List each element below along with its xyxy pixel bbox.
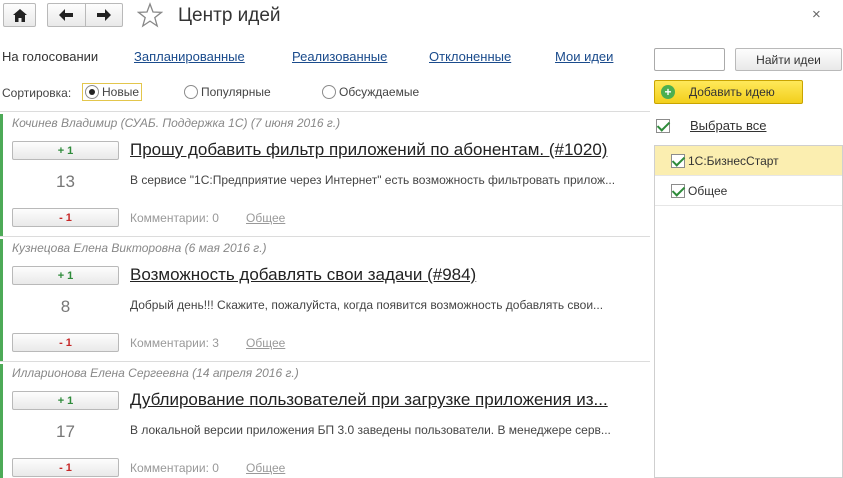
tab-planned[interactable]: Запланированные [134,49,245,64]
vote-down-button[interactable]: - 1 [12,333,119,352]
find-ideas-button[interactable]: Найти идеи [735,48,842,71]
vote-up-button[interactable]: + 1 [12,141,119,160]
add-idea-button[interactable]: + Добавить идею [654,80,803,104]
divider [0,111,650,112]
idea-title-link[interactable]: Прошу добавить фильтр приложений по абон… [130,140,645,160]
idea-author: Кочинев Владимир (СУАБ. Поддержка 1С) (7… [12,116,341,130]
sort-option-label: Обсуждаемые [339,85,420,99]
idea-comments-count: Комментарии: 0 [130,211,219,225]
favorite-star-icon[interactable] [137,2,163,28]
close-icon[interactable]: × [812,6,821,23]
idea-title-link[interactable]: Возможность добавлять свои задачи (#984) [130,265,645,285]
idea-accent-bar [0,239,3,361]
vote-count: 17 [56,422,75,441]
tab-voting[interactable]: На голосовании [2,49,98,64]
tab-rejected[interactable]: Отклоненные [429,49,511,64]
sort-option-label: Популярные [201,85,271,99]
sort-discussed-radio[interactable]: Обсуждаемые [322,85,419,99]
checkbox-checked-icon[interactable] [656,118,670,133]
idea-author: Кузнецова Елена Викторовна (6 мая 2016 г… [12,241,267,255]
forward-button[interactable] [84,4,123,26]
home-button[interactable] [3,3,36,27]
window-title: Центр идей [178,5,281,26]
idea-card: Кочинев Владимир (СУАБ. Поддержка 1С) (7… [0,114,650,236]
idea-description: В локальной версии приложения БП 3.0 зав… [130,423,611,437]
idea-title-link[interactable]: Дублирование пользователей при загрузке … [130,390,645,410]
idea-card: Илларионова Елена Сергеевна (14 апреля 2… [0,364,650,478]
idea-category-link[interactable]: Общее [246,336,285,350]
idea-accent-bar [0,114,3,236]
radio-icon [184,85,198,99]
idea-category-link[interactable]: Общее [246,461,285,475]
sort-label: Сортировка: [2,86,72,100]
checkbox-checked-icon[interactable] [671,153,685,168]
checkbox-checked-icon[interactable] [671,183,685,198]
sort-option-label: Новые [102,85,140,99]
sort-popular-radio[interactable]: Популярные [184,85,271,99]
plus-icon: + [661,85,675,99]
tab-my-ideas[interactable]: Мои идеи [555,49,613,64]
category-label: Общее [688,183,728,198]
vote-up-button[interactable]: + 1 [12,391,119,410]
add-idea-label: Добавить идею [689,85,775,99]
sort-new-radio[interactable]: Новые [82,83,143,101]
idea-author: Илларионова Елена Сергеевна (14 апреля 2… [12,366,299,380]
navigation-buttons [47,3,123,27]
vote-down-button[interactable]: - 1 [12,208,119,227]
idea-comments-count: Комментарии: 3 [130,336,219,350]
category-label: 1С:БизнесСтарт [688,153,779,168]
idea-accent-bar [0,364,3,478]
category-item[interactable]: Общее [655,176,842,206]
category-item[interactable]: 1С:БизнесСтарт [655,146,842,176]
idea-description: Добрый день!!! Скажите, пожалуйста, когд… [130,298,604,312]
radio-icon [322,85,336,99]
vote-up-button[interactable]: + 1 [12,266,119,285]
tab-implemented[interactable]: Реализованные [292,49,387,64]
divider [0,361,650,362]
search-input[interactable] [654,48,725,71]
vote-count: 8 [60,297,71,316]
radio-selected-icon [85,85,99,99]
arrow-right-icon [96,9,111,21]
idea-category-link[interactable]: Общее [246,211,285,225]
home-icon [12,8,27,22]
select-all-row[interactable]: Выбрать все [656,118,766,133]
divider [0,236,650,237]
idea-card: Кузнецова Елена Викторовна (6 мая 2016 г… [0,239,650,361]
select-all-link[interactable]: Выбрать все [690,118,766,133]
idea-description: В сервисе "1С:Предприятие через Интернет… [130,173,616,187]
vote-count: 13 [56,172,75,191]
arrow-left-icon [59,9,74,21]
idea-comments-count: Комментарии: 0 [130,461,219,475]
vote-down-button[interactable]: - 1 [12,458,119,477]
category-list: 1С:БизнесСтарт Общее [654,145,843,478]
back-button[interactable] [48,4,85,26]
